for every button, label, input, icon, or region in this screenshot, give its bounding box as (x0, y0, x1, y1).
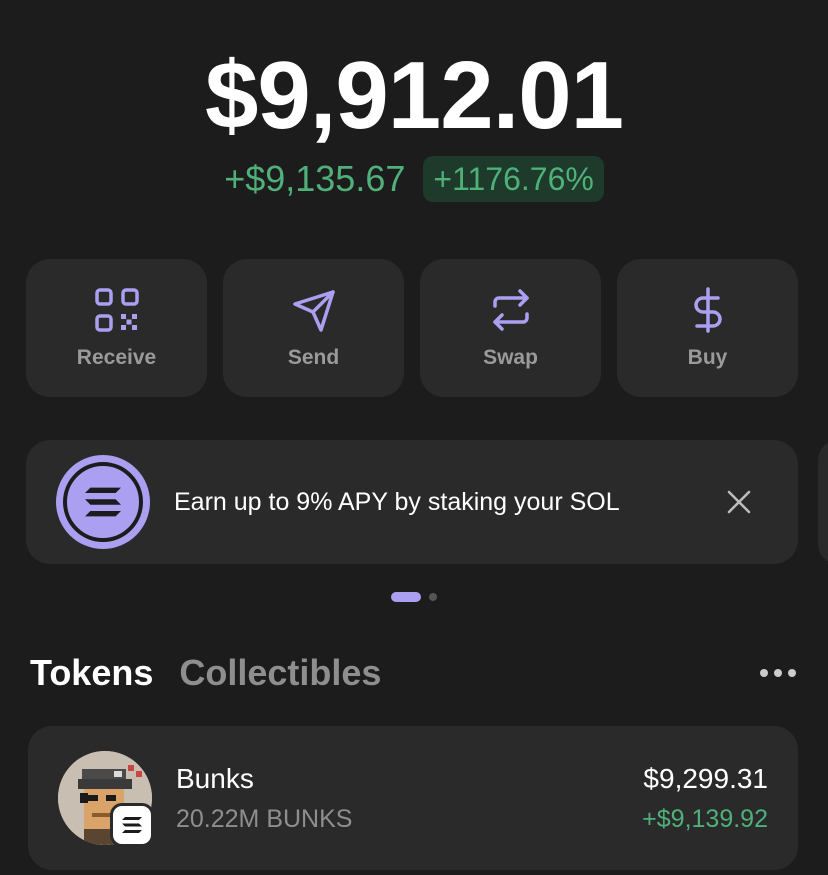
balance-change-row: +$9,135.67 +1176.76% (0, 156, 828, 202)
token-values: $9,299.31 +$9,139.92 (642, 763, 768, 834)
send-icon (292, 290, 335, 332)
swap-label: Swap (483, 346, 538, 369)
tab-collectibles[interactable]: Collectibles (179, 652, 381, 694)
staking-promo-card[interactable]: Earn up to 9% APY by staking your SOL (26, 440, 798, 564)
more-options-icon[interactable] (758, 663, 798, 683)
token-change: +$9,139.92 (642, 804, 768, 833)
buy-label: Buy (687, 346, 728, 369)
send-label: Send (287, 346, 340, 369)
carousel-dot-active[interactable] (391, 592, 421, 602)
balance-change-percent-badge: +1176.76% (423, 156, 604, 202)
receive-button[interactable]: Receive (26, 259, 207, 397)
dollar-icon (693, 287, 722, 333)
swap-icon (492, 289, 529, 331)
token-info: Bunks 20.22M BUNKS (176, 763, 352, 834)
action-buttons: Receive Send Swap Buy (26, 259, 798, 397)
swap-button[interactable]: Swap (420, 259, 601, 397)
buy-button[interactable]: Buy (617, 259, 798, 397)
solana-logo-icon (56, 455, 150, 549)
receive-label: Receive (76, 346, 157, 369)
carousel-dot[interactable] (429, 593, 437, 601)
token-avatar (58, 751, 154, 847)
total-balance: $9,912.01 (204, 42, 624, 149)
promo-text: Earn up to 9% APY by staking your SOL (174, 488, 620, 516)
solana-badge-icon (110, 803, 154, 847)
send-button[interactable]: Send (223, 259, 404, 397)
token-row[interactable]: Bunks 20.22M BUNKS $9,299.31 +$9,139.92 (28, 726, 798, 870)
tab-tokens[interactable]: Tokens (30, 652, 153, 694)
token-name: Bunks (176, 762, 254, 794)
balance-change-amount: +$9,135.67 (224, 158, 406, 199)
next-promo-card[interactable] (818, 440, 828, 564)
token-value: $9,299.31 (643, 762, 768, 794)
token-amount: 20.22M BUNKS (176, 804, 353, 833)
carousel-indicator (0, 592, 828, 602)
asset-tabs: Tokens Collectibles (30, 652, 798, 694)
wallet-home: $9,912.01 +$9,135.67 +1176.76% Receive S… (0, 0, 828, 875)
qr-code-icon (94, 288, 139, 332)
close-icon[interactable] (724, 487, 754, 517)
